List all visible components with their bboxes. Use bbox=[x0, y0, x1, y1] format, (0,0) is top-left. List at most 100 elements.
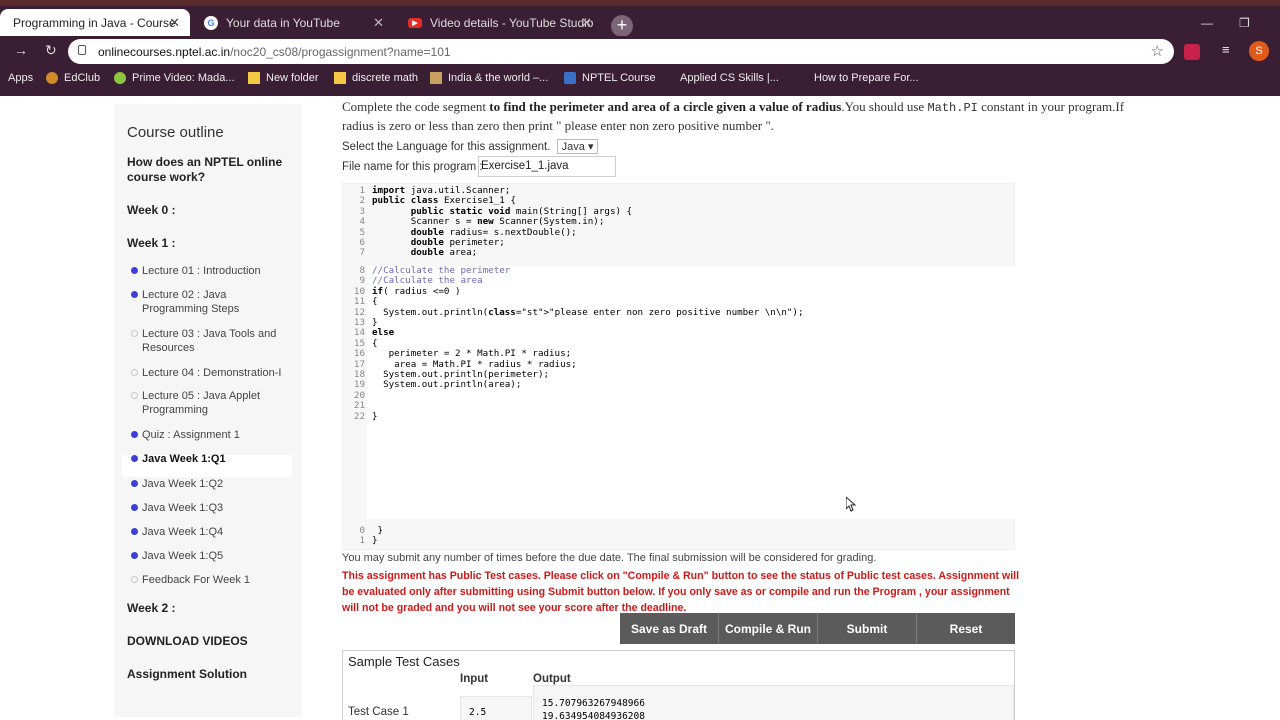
status-dot bbox=[131, 455, 138, 462]
new-tab-icon[interactable]: + bbox=[611, 15, 633, 37]
code-line: 13} bbox=[343, 317, 803, 328]
code-text: public static void main(String[] args) { bbox=[410, 205, 633, 217]
folder-icon bbox=[334, 72, 346, 84]
address-bar[interactable]: onlinecourses.nptel.ac.in/noc20_cs08/pro… bbox=[68, 39, 1174, 64]
code-text: area = Math.PI * radius * radius; bbox=[372, 358, 577, 370]
code-text: perimeter = 2 * Math.PI * radius; bbox=[372, 348, 572, 360]
sidebar-section-week-2[interactable]: Week 2 : bbox=[127, 601, 287, 616]
status-dot bbox=[131, 528, 138, 535]
code-text: double perimeter; bbox=[410, 237, 505, 249]
status-dot bbox=[131, 392, 138, 399]
google-icon bbox=[662, 72, 674, 84]
code-line: 22} bbox=[343, 410, 803, 422]
sidebar-item-java-week1-q1[interactable]: Java Week 1:Q1 bbox=[131, 452, 294, 466]
status-dot bbox=[131, 330, 138, 337]
browser-chrome: Programming in Java - Course ✕ G Your da… bbox=[0, 0, 1280, 96]
sidebar-item-feedback-week-1[interactable]: Feedback For Week 1 bbox=[131, 573, 294, 587]
bookmark-discrete-math[interactable]: discrete math bbox=[334, 72, 418, 84]
status-dot bbox=[131, 552, 138, 559]
line-number: 22 bbox=[353, 410, 365, 422]
code-text: if( radius <=0 ) bbox=[372, 285, 461, 297]
action-buttons: Save as Draft Compile & Run Submit Reset bbox=[620, 613, 1015, 644]
youtube-favicon-icon: ▶ bbox=[408, 18, 422, 28]
tab-your-data-in-youtube[interactable]: G Your data in YouTube ✕ bbox=[192, 9, 394, 37]
bookmark-edclub[interactable]: EdClub bbox=[46, 72, 100, 84]
code-text: System.out.println(class="st">"please en… bbox=[372, 306, 804, 318]
sidebar-item-java-week1-q4[interactable]: Java Week 1:Q4 bbox=[131, 525, 294, 539]
code-text: } bbox=[372, 525, 384, 536]
sidebar-item-lecture-01[interactable]: Lecture 01 : Introduction bbox=[131, 264, 294, 278]
language-select[interactable]: Java ▾ bbox=[556, 139, 599, 154]
test-cases-title: Sample Test Cases bbox=[348, 654, 460, 669]
test-case-label: Test Case 1 bbox=[348, 706, 409, 718]
lock-icon bbox=[78, 45, 86, 55]
tab-title: Programming in Java - Course bbox=[13, 16, 176, 30]
code-header-lines: 1 import java.util.Scanner; 2 public class … bbox=[343, 185, 633, 259]
bookmark-star-icon[interactable]: ☆ bbox=[1151, 42, 1164, 60]
profile-avatar[interactable]: S bbox=[1249, 41, 1269, 61]
sidebar-item-lecture-02[interactable]: Lecture 02 : Java Programming Steps bbox=[131, 288, 294, 316]
minimize-icon[interactable]: — bbox=[1201, 16, 1213, 30]
sidebar-section-week-0[interactable]: Week 0 : bbox=[127, 203, 287, 218]
sidebar-section-download-videos[interactable]: DOWNLOAD VIDEOS bbox=[127, 634, 287, 649]
extension-shield-icon[interactable] bbox=[1184, 44, 1200, 60]
code-body-lines[interactable]: 8//Calculate the perimeter 9//Calculate t… bbox=[343, 265, 804, 422]
bookmark-new-folder[interactable]: New folder bbox=[248, 72, 319, 84]
code-text: else bbox=[372, 327, 395, 339]
course-outline-sidebar: Course outline How does an NPTEL online … bbox=[114, 104, 302, 717]
close-icon[interactable]: ✕ bbox=[373, 15, 384, 31]
public-test-warning: This assignment has Public Test cases. P… bbox=[342, 570, 1020, 614]
toolbar: → ↻ onlinecourses.nptel.ac.in/noc20_cs08… bbox=[0, 36, 1280, 66]
submission-note: You may submit any number of times befor… bbox=[342, 552, 877, 564]
bookmark-applied-cs[interactable]: Applied CS Skills |... bbox=[662, 72, 779, 84]
sidebar-section-week-1[interactable]: Week 1 : bbox=[127, 236, 287, 251]
sidebar-section-assignment-solution[interactable]: Assignment Solution bbox=[127, 667, 287, 682]
code-text: //Calculate the area bbox=[372, 275, 483, 287]
code-editor[interactable]: 1 import java.util.Scanner; 2 public class … bbox=[342, 183, 1015, 550]
sidebar-item-java-week1-q2[interactable]: Java Week 1:Q2 bbox=[131, 477, 294, 491]
sidebar-item-lecture-03[interactable]: Lecture 03 : Java Tools and Resources bbox=[131, 327, 294, 355]
bookmark-apps[interactable]: Apps bbox=[8, 72, 33, 84]
forward-icon[interactable]: → bbox=[14, 42, 28, 58]
restore-icon[interactable]: ❐ bbox=[1239, 16, 1250, 30]
sidebar-item-lecture-04[interactable]: Lecture 04 : Demonstration-I bbox=[131, 366, 294, 380]
reload-icon[interactable]: ↻ bbox=[45, 42, 57, 59]
filename-field[interactable]: Exercise1_1.java bbox=[478, 156, 616, 177]
bookmark-india-world[interactable]: India & the world –... bbox=[430, 72, 548, 84]
language-row: Select the Language for this assignment.… bbox=[342, 139, 599, 154]
folder-icon bbox=[248, 72, 260, 84]
bookmark-nptel-course[interactable]: NPTEL Course bbox=[564, 72, 656, 84]
code-line: 10 if( radius <=0 ) bbox=[343, 285, 803, 297]
sidebar-item-lecture-05[interactable]: Lecture 05 : Java Applet Programming bbox=[131, 389, 294, 417]
code-line: 12 System.out.println(class="st">"please… bbox=[343, 306, 804, 318]
media-queue-icon[interactable]: ≡ bbox=[1222, 42, 1238, 58]
code-text: { bbox=[372, 296, 378, 308]
bookmark-prime-video[interactable]: Prime Video: Mada... bbox=[114, 72, 235, 84]
status-dot bbox=[131, 480, 138, 487]
language-label: Select the Language for this assignment. bbox=[342, 141, 551, 153]
mouse-cursor-icon bbox=[845, 495, 857, 517]
code-line: 1} bbox=[343, 535, 383, 547]
output-header: Output bbox=[533, 673, 571, 685]
bookmark-how-to-prepare[interactable]: How to Prepare For... bbox=[796, 72, 919, 84]
compile-run-button[interactable]: Compile & Run bbox=[719, 613, 818, 644]
close-icon[interactable]: ✕ bbox=[581, 15, 592, 31]
sidebar-section-how-nptel-works[interactable]: How does an NPTEL online course work? bbox=[127, 155, 287, 185]
code-line: 19 System.out.println(area); bbox=[343, 380, 803, 391]
close-icon[interactable]: ✕ bbox=[169, 15, 180, 31]
tab-youtube-studio[interactable]: ▶ Video details - YouTube Studio ✕ bbox=[396, 9, 602, 37]
save-draft-button[interactable]: Save as Draft bbox=[620, 613, 719, 644]
code-text: { bbox=[372, 337, 378, 349]
code-text: } bbox=[372, 535, 378, 547]
sidebar-item-java-week1-q5[interactable]: Java Week 1:Q5 bbox=[131, 549, 294, 563]
status-dot bbox=[131, 504, 138, 511]
code-text: double area; bbox=[410, 247, 478, 259]
sidebar-item-java-week1-q3[interactable]: Java Week 1:Q3 bbox=[131, 501, 294, 515]
tab-programming-in-java[interactable]: Programming in Java - Course ✕ bbox=[0, 9, 190, 37]
sidebar-item-quiz-assignment-1[interactable]: Quiz : Assignment 1 bbox=[131, 428, 294, 442]
submit-button[interactable]: Submit bbox=[818, 613, 917, 644]
code-line: 14 else bbox=[343, 327, 803, 339]
code-text: System.out.println(perimeter); bbox=[372, 369, 550, 381]
code-text: Scanner s = new Scanner(System.in); bbox=[372, 216, 605, 228]
reset-button[interactable]: Reset bbox=[917, 613, 1015, 644]
